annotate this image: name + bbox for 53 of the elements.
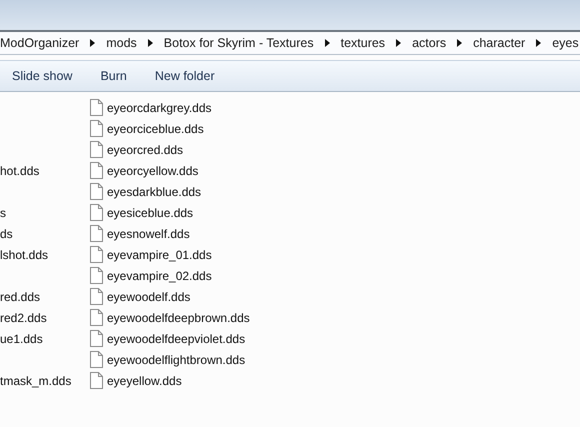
file-name[interactable]: eyeyellow.dds bbox=[107, 374, 182, 388]
file-name[interactable]: s bbox=[0, 206, 6, 220]
address-bar[interactable]: ModOrganizer mods Botox for Skyrim - Textures textures actors character eyes bbox=[0, 30, 580, 55]
chevron-right-icon[interactable] bbox=[457, 39, 462, 47]
file-icon[interactable] bbox=[90, 99, 103, 116]
chevron-right-icon[interactable] bbox=[536, 39, 542, 47]
file-name[interactable]: eyewoodelflightbrown.dds bbox=[107, 352, 246, 366]
file-icon[interactable] bbox=[90, 330, 103, 347]
breadcrumb-item[interactable]: actors bbox=[412, 36, 446, 50]
toolbar-button[interactable]: Burn bbox=[94, 65, 133, 87]
chevron-right-icon[interactable] bbox=[148, 39, 153, 47]
file-icon[interactable] bbox=[90, 120, 103, 137]
file-name[interactable]: eyesiceblue.dds bbox=[107, 206, 194, 220]
file-name[interactable]: eyevampire_02.dds bbox=[107, 268, 212, 282]
chevron-right-icon[interactable] bbox=[90, 39, 96, 47]
file-name[interactable]: eyewoodelf.dds bbox=[107, 290, 190, 304]
breadcrumb-item[interactable]: Botox for Skyrim - Textures bbox=[164, 36, 314, 50]
file-name[interactable]: eyesnowelf.dds bbox=[107, 226, 190, 240]
file-icon[interactable] bbox=[90, 288, 103, 305]
file-name[interactable]: ds bbox=[0, 226, 13, 240]
file-name[interactable]: eyewoodelfdeepviolet.dds bbox=[107, 332, 246, 346]
file-name[interactable]: tmask_m.dds bbox=[0, 374, 72, 388]
file-name[interactable]: eyeorciceblue.dds bbox=[107, 122, 204, 136]
breadcrumb-item[interactable]: ModOrganizer bbox=[0, 36, 80, 50]
breadcrumb-item[interactable]: character bbox=[473, 36, 526, 50]
file-name[interactable]: red2.dds bbox=[0, 310, 47, 324]
file-icon[interactable] bbox=[90, 141, 103, 158]
chevron-right-icon[interactable] bbox=[396, 39, 402, 47]
file-name[interactable]: eyevampire_01.dds bbox=[107, 248, 212, 262]
breadcrumb-item[interactable]: textures bbox=[340, 36, 386, 50]
toolbar-button[interactable]: New folder bbox=[148, 65, 221, 87]
file-icon[interactable] bbox=[90, 225, 103, 242]
file-name[interactable]: ue1.dds bbox=[0, 332, 43, 346]
file-icon[interactable] bbox=[90, 309, 103, 326]
file-name[interactable]: eyeorcred.dds bbox=[107, 142, 184, 156]
breadcrumb-item[interactable]: mods bbox=[106, 36, 137, 50]
file-name[interactable]: eyeorcdarkgrey.dds bbox=[107, 100, 212, 114]
file-icon[interactable] bbox=[90, 351, 103, 368]
file-name[interactable]: red.dds bbox=[0, 290, 40, 304]
file-icon[interactable] bbox=[90, 267, 103, 284]
file-icon[interactable] bbox=[90, 162, 103, 179]
file-name[interactable]: eyesdarkblue.dds bbox=[107, 184, 202, 198]
breadcrumb-item[interactable]: eyes bbox=[552, 36, 579, 50]
file-name[interactable]: hot.dds bbox=[0, 164, 40, 178]
file-icon[interactable] bbox=[90, 372, 103, 389]
file-name[interactable]: lshot.dds bbox=[0, 248, 48, 262]
file-name[interactable]: eyewoodelfdeepbrown.dds bbox=[107, 310, 250, 324]
chevron-right-icon[interactable] bbox=[324, 39, 330, 47]
toolbar-button[interactable]: Slide show bbox=[6, 65, 78, 87]
file-icon[interactable] bbox=[90, 183, 103, 200]
file-icon[interactable] bbox=[90, 246, 103, 263]
file-icon[interactable] bbox=[90, 204, 103, 221]
file-name[interactable]: eyeorcyellow.dds bbox=[107, 164, 198, 178]
